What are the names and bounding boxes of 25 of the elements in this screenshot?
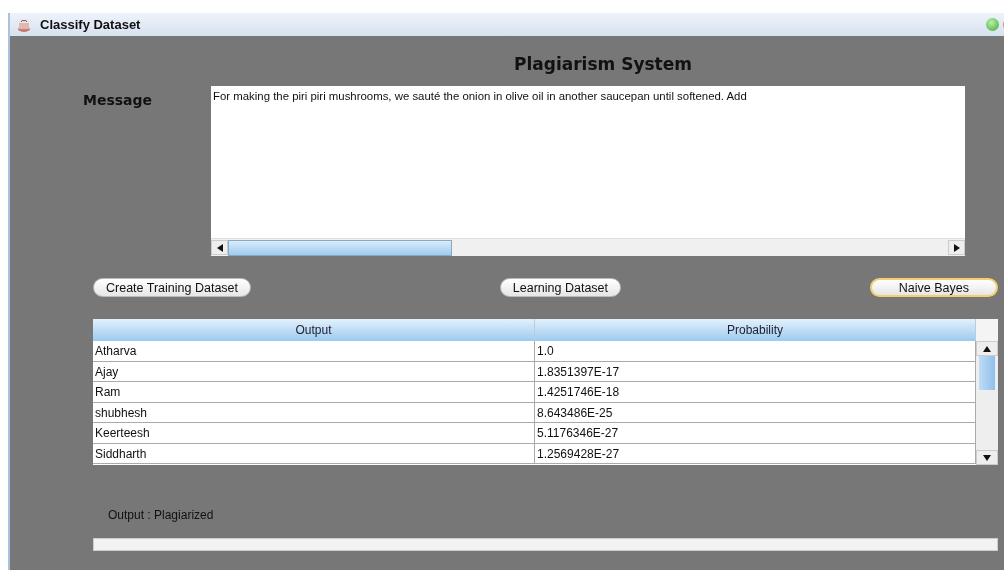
down-arrow-icon[interactable] (983, 454, 991, 461)
column-header[interactable]: Output (93, 319, 535, 341)
scroll-thumb[interactable] (979, 356, 995, 390)
action-button[interactable]: Learning Dataset (499, 278, 621, 297)
window-title: Classify Dataset (40, 17, 141, 32)
scroll-thumb[interactable] (228, 239, 452, 256)
right-arrow-icon[interactable] (953, 243, 960, 252)
vertical-scrollbar[interactable] (976, 341, 998, 465)
table-cell: Siddharth (93, 443, 535, 464)
result-text: Output : Plagiarized (108, 508, 215, 522)
horizontal-scrollbar[interactable] (211, 238, 965, 256)
app-heading: Plagiarism System (513, 54, 693, 74)
action-button[interactable]: Naive Bayes (869, 278, 998, 297)
maximize-button[interactable] (986, 18, 999, 31)
table-cell: Atharva (93, 341, 535, 361)
action-button[interactable]: Create Training Dataset (93, 278, 251, 297)
table-cell: Keerteesh (93, 423, 535, 443)
table-cell: Ajay (93, 361, 535, 382)
left-arrow-icon[interactable] (216, 243, 223, 252)
message-label: Message (83, 91, 154, 108)
message-field[interactable]: For making the piri piri mushrooms, we sauté the onion in olive oil in another saucepan until softened. Add (211, 86, 965, 256)
up-arrow-icon[interactable] (983, 345, 991, 352)
table-cell: Ram (93, 382, 535, 402)
table-cell: shubhesh (93, 402, 535, 423)
column-header[interactable]: Probability (535, 319, 976, 341)
